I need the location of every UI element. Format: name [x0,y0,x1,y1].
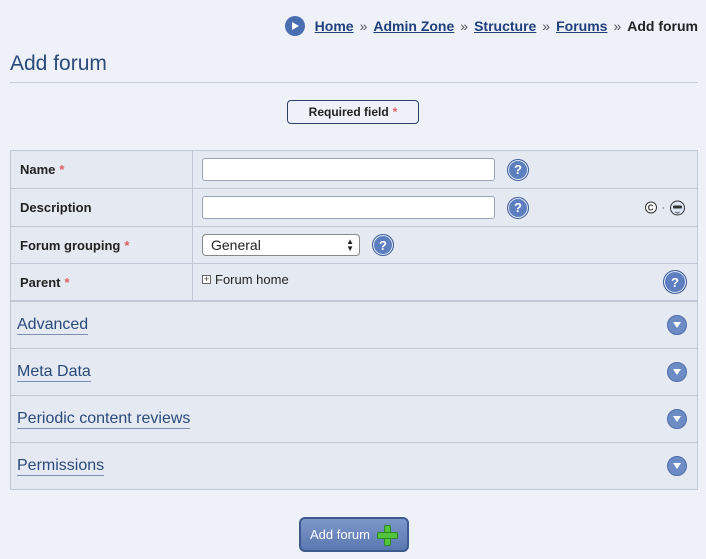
section-label: Advanced [17,315,89,335]
breadcrumb-structure-link[interactable]: Structure [474,18,536,34]
forum-grouping-select[interactable]: General ▲ ▼ [202,234,360,256]
select-arrows-icon: ▲ ▼ [346,237,354,253]
parent-value-cell: + Forum home ? [193,264,697,300]
forum-form: Name * ? Description ? C · Forum groupin… [10,150,698,490]
required-star: * [392,105,398,119]
parent-row: Parent * + Forum home ? [11,264,697,301]
page-title: Add forum [10,52,107,75]
comcode-icon[interactable]: C [644,201,657,214]
help-icon[interactable]: ? [507,196,529,219]
breadcrumb-forums-link[interactable]: Forums [556,18,607,34]
required-field-label: Required field [308,105,389,119]
required-field-legend: Required field * [287,100,419,124]
name-label-cell: Name * [11,151,193,188]
section-label: Periodic content reviews [17,409,191,429]
help-icon[interactable]: ? [507,158,529,181]
required-star: * [59,162,65,177]
name-value-cell: ? [193,151,697,188]
section-permissions[interactable]: Permissions [11,442,697,489]
parent-tree: + Forum home [202,272,289,287]
comcode-tools: C · [644,200,685,215]
help-icon[interactable]: ? [663,270,687,294]
breadcrumb-separator: » [460,18,469,34]
section-advanced[interactable]: Advanced [11,301,697,348]
chevron-down-icon[interactable] [667,362,687,382]
breadcrumb-admin-zone-link[interactable]: Admin Zone [373,18,454,34]
breadcrumb: Home » Admin Zone » Structure » Forums »… [284,16,698,36]
section-periodic-content-reviews[interactable]: Periodic content reviews [11,395,697,442]
required-star: * [64,274,70,290]
description-label-cell: Description [11,189,193,226]
forum-grouping-row: Forum grouping * General ▲ ▼ ? [11,227,697,264]
emoticon-icon[interactable] [670,200,685,215]
name-row: Name * ? [11,151,697,189]
title-divider [10,82,698,83]
required-star: * [124,237,130,253]
chevron-down-icon[interactable] [667,409,687,429]
chevron-down-icon[interactable] [667,456,687,476]
description-label: Description [20,200,92,215]
section-label: Permissions [17,456,105,476]
add-forum-button[interactable]: Add forum [299,517,409,552]
forum-grouping-label-cell: Forum grouping * [11,227,193,263]
breadcrumb-separator: » [542,18,551,34]
name-label: Name [20,162,56,177]
breadcrumb-separator: » [359,18,368,34]
section-meta-data[interactable]: Meta Data [11,348,697,395]
help-icon[interactable]: ? [372,234,394,256]
plus-icon [376,524,398,546]
forum-grouping-selected: General [211,237,261,253]
tree-item-forum-home[interactable]: Forum home [215,272,289,287]
section-label: Meta Data [17,362,91,382]
parent-label: Parent [20,274,61,290]
description-input[interactable] [202,196,495,219]
forum-grouping-value-cell: General ▲ ▼ ? [193,227,697,263]
forum-grouping-label: Forum grouping [20,237,121,253]
description-row: Description ? C · [11,189,697,227]
breadcrumb-home-link[interactable]: Home [315,18,354,34]
chevron-down-icon[interactable] [667,315,687,335]
play-icon [284,16,305,36]
description-value-cell: ? C · [193,189,697,226]
add-forum-button-label: Add forum [310,527,370,542]
dot-separator: · [661,202,665,213]
parent-label-cell: Parent * [11,264,193,300]
expand-icon[interactable]: + [202,275,211,284]
breadcrumb-current: Add forum [627,18,698,34]
name-input[interactable] [202,158,495,181]
breadcrumb-separator: » [613,18,622,34]
